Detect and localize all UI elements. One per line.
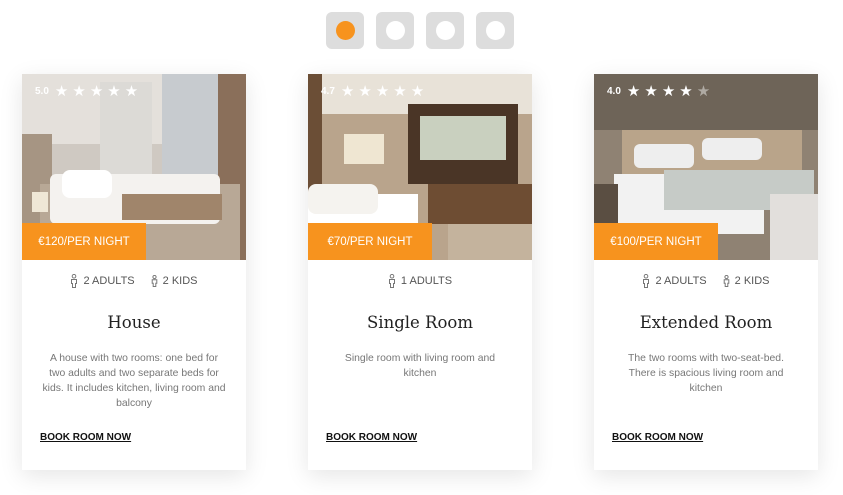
adult-icon: [388, 274, 395, 288]
room-title: House: [107, 313, 161, 332]
price-badge: €70/PER NIGHT: [308, 223, 432, 260]
room-title: Single Room: [367, 313, 473, 332]
star-icon: ★: [107, 83, 121, 100]
star-icon: ★: [679, 83, 693, 100]
kids-label: 2 KIDS: [734, 275, 770, 287]
room-card-house: 5.0 ★ ★ ★ ★ ★ €120/PER NIGHT 2 ADULTS 2 …: [22, 74, 246, 470]
rating: 4.0 ★ ★ ★ ★ ★: [607, 84, 714, 99]
kids-count: 2 KIDS: [151, 275, 198, 287]
star-icon: ★: [626, 83, 641, 100]
room-photo[interactable]: 4.7 ★ ★ ★ ★ ★ €70/PER NIGHT: [308, 74, 532, 260]
rating: 4.7 ★ ★ ★ ★ ★: [321, 84, 428, 99]
star-icon: ★: [89, 83, 104, 100]
room-description: Single room with living room and kitchen: [344, 353, 496, 379]
room-title: Extended Room: [639, 313, 773, 332]
pager-dot-3[interactable]: [426, 12, 464, 49]
room-photo[interactable]: 5.0 ★ ★ ★ ★ ★ €120/PER NIGHT: [22, 74, 246, 260]
adults-label: 2 ADULTS: [655, 275, 707, 287]
adults-label: 1 ADULTS: [400, 275, 453, 287]
guest-capacity: 2 ADULTS 2 KIDS: [22, 273, 246, 289]
carousel-pager: [326, 12, 514, 49]
star-icon: ★: [54, 83, 69, 100]
adults-count: 1 ADULTS: [388, 274, 452, 288]
star-icon: ★: [661, 83, 676, 100]
room-card-extended: 4.0 ★ ★ ★ ★ ★ €100/PER NIGHT 2 ADULTS 2 …: [594, 74, 818, 470]
rating-value: 4.0: [607, 86, 621, 97]
adult-icon: [643, 274, 650, 288]
kid-icon: [723, 275, 729, 287]
rating-value: 5.0: [35, 86, 49, 97]
kids-count: 2 KIDS: [723, 275, 770, 287]
adult-icon: [71, 274, 78, 288]
pager-dot-2[interactable]: [376, 12, 414, 49]
pager-dot-indicator: [385, 21, 405, 40]
star-icon: ★: [644, 83, 658, 100]
rating-value: 4.7: [321, 86, 335, 97]
star-empty-icon: ★: [696, 83, 711, 100]
room-description: A house with two rooms: one bed for two …: [42, 353, 226, 409]
kid-icon: [151, 275, 157, 287]
pager-dot-4[interactable]: [476, 12, 514, 49]
star-icon: ★: [358, 83, 372, 100]
pager-dot-indicator: [435, 21, 455, 40]
adults-label: 2 ADULTS: [83, 275, 135, 287]
price-badge: €100/PER NIGHT: [594, 223, 718, 260]
room-description: The two rooms with two-seat-bed. There i…: [628, 353, 784, 394]
star-icon: ★: [393, 83, 407, 100]
star-icon: ★: [72, 83, 86, 100]
star-icon: ★: [410, 83, 425, 100]
star-icon: ★: [375, 83, 390, 100]
guest-capacity: 2 ADULTS 2 KIDS: [594, 273, 818, 289]
book-room-button[interactable]: BOOK ROOM NOW: [40, 432, 131, 443]
adults-count: 2 ADULTS: [70, 274, 135, 288]
rating: 5.0 ★ ★ ★ ★ ★: [35, 84, 142, 99]
pager-dot-1[interactable]: [326, 12, 364, 49]
pager-dot-indicator: [335, 21, 355, 40]
pager-dot-indicator: [485, 21, 505, 40]
kids-label: 2 KIDS: [162, 275, 198, 287]
price-badge: €120/PER NIGHT: [22, 223, 146, 260]
guest-capacity: 1 ADULTS: [308, 273, 532, 289]
room-photo[interactable]: 4.0 ★ ★ ★ ★ ★ €100/PER NIGHT: [594, 74, 818, 260]
room-card-single: 4.7 ★ ★ ★ ★ ★ €70/PER NIGHT 1 ADULTS Sin…: [308, 74, 532, 470]
adults-count: 2 ADULTS: [642, 274, 707, 288]
book-room-button[interactable]: BOOK ROOM NOW: [326, 432, 417, 443]
star-icon: ★: [340, 83, 355, 100]
star-icon: ★: [124, 83, 139, 100]
book-room-button[interactable]: BOOK ROOM NOW: [612, 432, 703, 443]
